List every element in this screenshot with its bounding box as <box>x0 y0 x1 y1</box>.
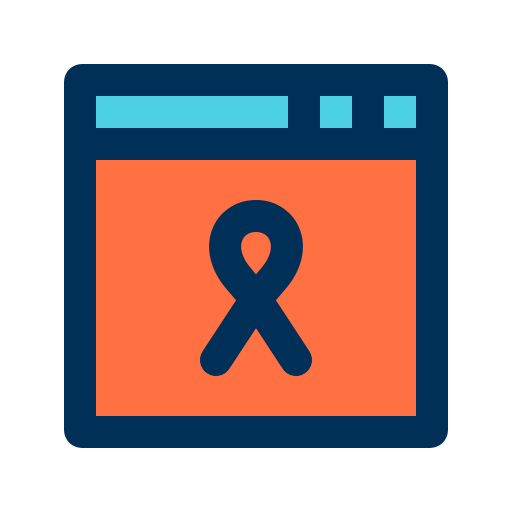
window-control-button-2 <box>384 96 416 128</box>
window-control-button-1 <box>320 96 352 128</box>
browser-window-ribbon-icon <box>64 64 448 448</box>
address-bar <box>96 96 288 128</box>
icon-canvas <box>0 0 512 512</box>
